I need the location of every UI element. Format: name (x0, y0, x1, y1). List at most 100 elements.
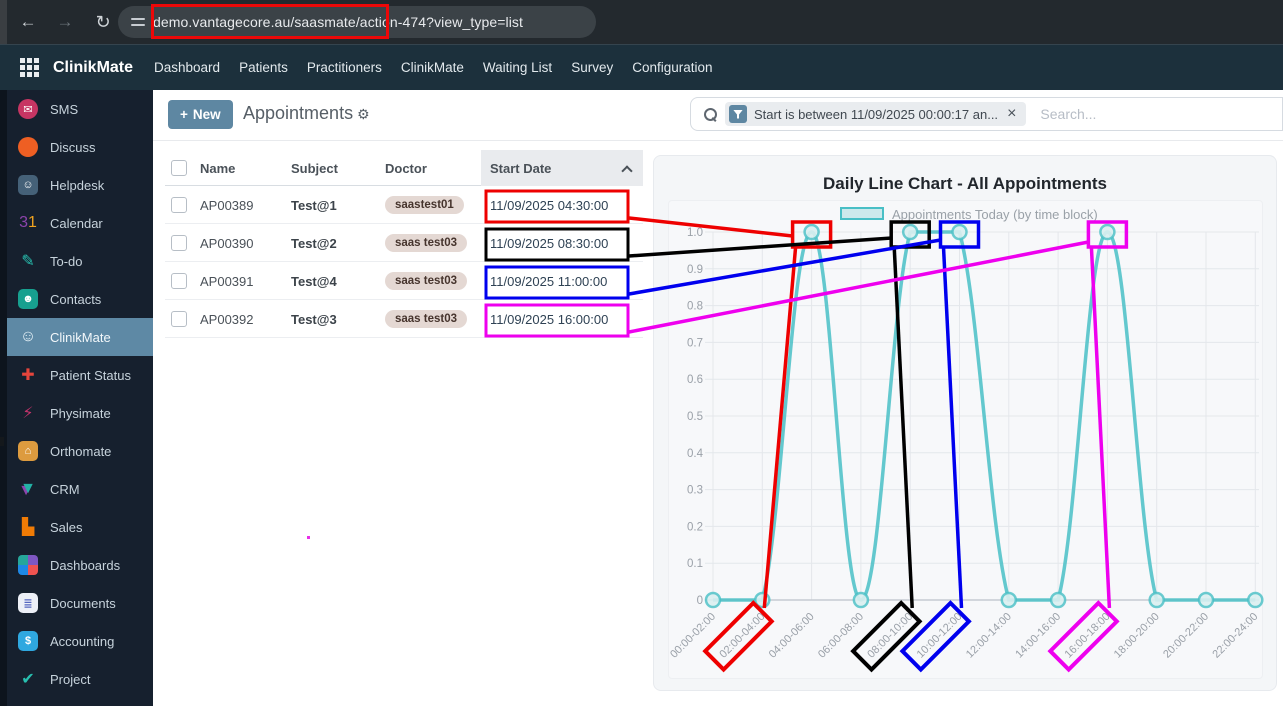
svg-text:0.2: 0.2 (687, 521, 703, 533)
table-row[interactable]: AP00392 Test@3 saas test03 11/09/2025 16:00… (165, 300, 643, 338)
apps-menu-icon[interactable] (20, 58, 39, 77)
new-button[interactable]: + New (168, 100, 233, 129)
site-settings-icon[interactable] (131, 15, 145, 29)
sidebar-item-patient-status[interactable]: ✚ Patient Status (7, 356, 153, 394)
top-navbar: ClinikMate Dashboard Patients Practitioner… (0, 44, 1283, 90)
svg-text:0.6: 0.6 (687, 374, 703, 386)
chart-point[interactable] (901, 223, 919, 241)
plus-icon: + (180, 107, 188, 122)
sidebar-item-orthomate[interactable]: ⌂ Orthomate (7, 432, 153, 470)
svg-text:0.9: 0.9 (687, 264, 703, 276)
search-bar[interactable]: Start is between 11/09/2025 00:00:17 an.… (690, 97, 1283, 131)
filter-chip[interactable]: Start is between 11/09/2025 00:00:17 an.… (725, 102, 1027, 126)
svg-text:02:00-04:00: 02:00-04:00 (717, 611, 767, 661)
row-checkbox[interactable] (171, 197, 187, 213)
svg-text:0: 0 (697, 595, 703, 607)
dashboards-icon (18, 555, 38, 575)
nav-menu: Dashboard Patients Practitioners ClinikMate… (154, 60, 713, 75)
cell-subject: Test@3 (291, 311, 337, 327)
url-annotation-box (151, 4, 389, 39)
app-brand[interactable]: ClinikMate (53, 59, 133, 77)
nav-item-dashboard[interactable]: Dashboard (154, 60, 220, 75)
svg-text:0.3: 0.3 (687, 485, 703, 497)
filter-chip-label: Start is between 11/09/2025 00:00:17 an.… (754, 106, 999, 122)
browser-reload-icon[interactable]: ↻ (91, 10, 115, 34)
sidebar-item-label: Helpdesk (50, 177, 105, 193)
window-edge (0, 0, 7, 44)
sidebar-item-calendar[interactable]: 31 Calendar (7, 204, 153, 242)
sidebar: ✉ SMS Discuss ☺ Helpdesk 31 Calendar ✎ To-do ☻ Con… (7, 90, 153, 706)
cell-start-date: 11/09/2025 16:00:00 (490, 311, 609, 327)
doctor-tag[interactable]: saas test03 (385, 234, 468, 252)
chart-point[interactable] (951, 223, 968, 241)
chart-point[interactable] (1049, 591, 1067, 609)
search-icon (704, 108, 717, 121)
sidebar-item-label: Accounting (50, 633, 115, 649)
doctor-tag[interactable]: saastest01 (385, 196, 464, 214)
sidebar-item-contacts[interactable]: ☻ Contacts (7, 280, 153, 318)
nav-item-patients[interactable]: Patients (239, 60, 288, 75)
chart-grid (705, 231, 1259, 601)
nav-item-survey[interactable]: Survey (571, 60, 613, 75)
sidebar-item-sms[interactable]: ✉ SMS (7, 90, 153, 128)
filter-remove-icon[interactable]: × (1005, 106, 1018, 122)
sidebar-item-accounting[interactable]: $ Accounting (7, 622, 153, 660)
nav-item-clinikmate[interactable]: ClinikMate (401, 60, 464, 75)
sidebar-item-crm[interactable]: ▼ CRM (7, 470, 153, 508)
svg-text:1.0: 1.0 (687, 227, 703, 239)
select-all-checkbox[interactable] (171, 160, 187, 176)
window-edge (0, 44, 7, 706)
sidebar-item-label: To-do (50, 253, 83, 269)
sidebar-item-discuss[interactable]: Discuss (7, 128, 153, 166)
chart-point[interactable] (704, 591, 722, 609)
documents-icon: ≣ (18, 593, 38, 613)
helpdesk-icon: ☺ (18, 175, 38, 195)
doctor-tag[interactable]: saas test03 (385, 272, 468, 290)
sidebar-item-project[interactable]: ✔ Project (7, 660, 153, 698)
sidebar-item-clinikmate[interactable]: ☺ ClinikMate (7, 318, 153, 356)
gear-icon[interactable]: ⚙ (357, 106, 370, 123)
cell-name: AP00391 (200, 273, 254, 289)
column-header-subject[interactable]: Subject (291, 150, 338, 186)
sidebar-item-label: Sales (50, 519, 83, 535)
sidebar-item-sales[interactable]: ▙ Sales (7, 508, 153, 546)
column-header-name[interactable]: Name (200, 150, 235, 186)
chart-point[interactable] (1247, 591, 1264, 609)
sidebar-item-helpdesk[interactable]: ☺ Helpdesk (7, 166, 153, 204)
table-row[interactable]: AP00390 Test@2 saas test03 11/09/2025 08:30… (165, 224, 643, 262)
chart-point[interactable] (1148, 591, 1165, 609)
control-panel-divider (153, 140, 1283, 141)
browser-back-icon[interactable]: ← (16, 10, 40, 34)
doctor-tag[interactable]: saas test03 (385, 310, 468, 328)
chart-point[interactable] (1197, 591, 1215, 609)
chart-point[interactable] (803, 223, 820, 241)
row-checkbox[interactable] (171, 311, 187, 327)
chart-point[interactable] (1099, 223, 1116, 241)
svg-text:0.5: 0.5 (687, 411, 703, 423)
column-header-start-date[interactable]: Start Date (490, 150, 551, 186)
svg-text:08:00-10:00: 08:00-10:00 (865, 611, 915, 661)
cell-subject: Test@4 (291, 273, 337, 289)
row-checkbox[interactable] (171, 235, 187, 251)
cell-doctor: saas test03 (385, 224, 468, 262)
table-row[interactable]: AP00389 Test@1 saastest01 11/09/2025 04:30:… (165, 186, 643, 224)
sidebar-item-label: Discuss (50, 139, 96, 155)
chart-point[interactable] (852, 591, 870, 609)
crm-icon: ▼ (20, 480, 36, 497)
edge-artifact (0, 437, 4, 446)
nav-item-practitioners[interactable]: Practitioners (307, 60, 382, 75)
sidebar-item-dashboards[interactable]: Dashboards (7, 546, 153, 584)
nav-item-configuration[interactable]: Configuration (632, 60, 712, 75)
column-header-doctor[interactable]: Doctor (385, 150, 427, 186)
table-row[interactable]: AP00391 Test@4 saas test03 11/09/2025 11:00… (165, 262, 643, 300)
sidebar-item-documents[interactable]: ≣ Documents (7, 584, 153, 622)
chart-point[interactable] (754, 591, 771, 609)
chart-point[interactable] (1000, 591, 1018, 609)
nav-item-waiting-list[interactable]: Waiting List (483, 60, 552, 75)
sort-asc-icon[interactable] (623, 165, 631, 173)
browser-forward-icon[interactable]: → (53, 10, 77, 34)
row-checkbox[interactable] (171, 273, 187, 289)
sidebar-item-physimate[interactable]: ⚡ Physimate (7, 394, 153, 432)
sidebar-item-to-do[interactable]: ✎ To-do (7, 242, 153, 280)
clinikmate-icon: ☺ (19, 328, 37, 345)
